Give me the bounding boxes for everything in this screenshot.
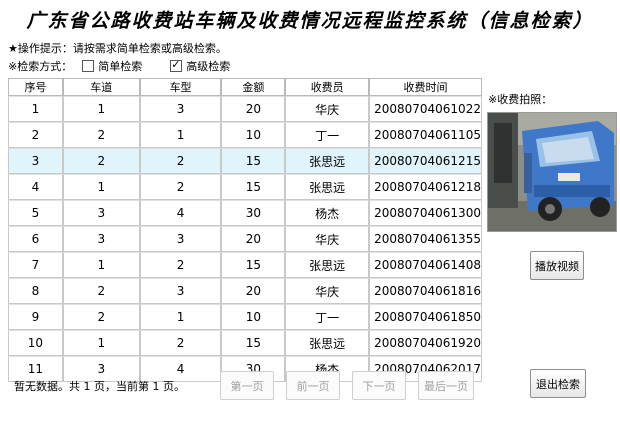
cell-index: 8 (8, 278, 63, 304)
table-row[interactable]: 7 1 2 15 张思远 20080704061408 (8, 252, 482, 278)
cell-lane: 2 (62, 122, 140, 148)
col-header-lane[interactable]: 车道 (62, 78, 140, 96)
cell-collector: 丁一 (285, 122, 370, 148)
cell-index: 2 (8, 122, 63, 148)
cell-vehicle-type: 2 (139, 252, 222, 278)
page-title: 广东省公路收费站车辆及收费情况远程监控系统（信息检索） (26, 10, 594, 32)
table-row[interactable]: 3 2 2 15 张思远 20080704061215 (8, 148, 482, 174)
cell-vehicle-type: 1 (139, 304, 222, 330)
cell-collector: 张思远 (285, 148, 370, 174)
cell-time: 20080704061105 (369, 122, 482, 148)
cell-lane: 1 (62, 330, 140, 356)
photo-label: ※收费拍照： (488, 93, 553, 106)
table-row[interactable]: 5 3 4 30 杨杰 20080704061300 (8, 200, 482, 226)
first-page-button[interactable]: 第一页 (220, 371, 274, 400)
simple-search-checkbox[interactable] (82, 60, 95, 72)
advanced-search-label: 高级检索 (186, 60, 231, 73)
advanced-search-option[interactable]: 高级检索 (170, 58, 230, 74)
next-page-button[interactable]: 下一页 (352, 371, 406, 400)
cell-lane: 2 (62, 148, 140, 174)
table-row[interactable]: 8 2 3 20 华庆 20080704061816 (8, 278, 482, 304)
cell-vehicle-type: 2 (139, 148, 222, 174)
cell-vehicle-type: 3 (139, 278, 222, 304)
cell-lane: 1 (62, 252, 140, 278)
cell-vehicle-type: 3 (139, 96, 222, 122)
simple-search-label: 简单检索 (98, 60, 143, 73)
cell-time: 20080704061816 (369, 278, 482, 304)
cell-time: 20080704061355 (369, 226, 482, 252)
cell-time: 20080704061215 (369, 148, 482, 174)
cell-lane: 1 (62, 174, 140, 200)
last-page-button[interactable]: 最后一页 (418, 371, 474, 400)
advanced-search-checkbox[interactable] (170, 60, 183, 72)
cell-collector: 华庆 (285, 278, 370, 304)
cell-amount: 10 (221, 304, 286, 330)
cell-time: 20080704061850 (369, 304, 482, 330)
cell-collector: 张思远 (285, 252, 370, 278)
cell-collector: 华庆 (285, 96, 370, 122)
cell-vehicle-type: 2 (139, 330, 222, 356)
cell-time: 20080704061408 (369, 252, 482, 278)
cell-amount: 20 (221, 96, 286, 122)
table-row[interactable]: 10 1 2 15 张思远 20080704061920 (8, 330, 482, 356)
prev-page-button[interactable]: 前一页 (286, 371, 340, 400)
cell-time: 20080704061920 (369, 330, 482, 356)
play-video-button[interactable]: 播放视频 (530, 251, 584, 280)
cell-index: 1 (8, 96, 63, 122)
cell-amount: 15 (221, 252, 286, 278)
table-row[interactable]: 6 3 3 20 华庆 20080704061355 (8, 226, 482, 252)
search-mode-label: ※检索方式： (8, 60, 73, 73)
cell-vehicle-type: 2 (139, 174, 222, 200)
cell-time: 20080704061218 (369, 174, 482, 200)
cell-vehicle-type: 1 (139, 122, 222, 148)
cell-index: 4 (8, 174, 63, 200)
cell-lane: 3 (62, 200, 140, 226)
simple-search-option[interactable]: 简单检索 (82, 58, 142, 74)
cell-index: 9 (8, 304, 63, 330)
table-row[interactable]: 1 1 3 20 华庆 20080704061022 (8, 96, 482, 122)
cell-lane: 3 (62, 226, 140, 252)
cell-amount: 20 (221, 226, 286, 252)
cell-lane: 2 (62, 278, 140, 304)
cell-collector: 杨杰 (285, 200, 370, 226)
cell-lane: 2 (62, 304, 140, 330)
cell-vehicle-type: 4 (139, 200, 222, 226)
table-row[interactable]: 2 2 1 10 丁一 20080704061105 (8, 122, 482, 148)
cell-index: 5 (8, 200, 63, 226)
table-row[interactable]: 9 2 1 10 丁一 20080704061850 (8, 304, 482, 330)
table-row[interactable]: 4 1 2 15 张思远 20080704061218 (8, 174, 482, 200)
cell-time: 20080704061300 (369, 200, 482, 226)
cell-amount: 15 (221, 174, 286, 200)
truck-photo-image (488, 113, 616, 231)
cell-amount: 15 (221, 330, 286, 356)
cell-index: 3 (8, 148, 63, 174)
search-mode-row: ※检索方式： 简单检索 高级检索 (8, 58, 230, 74)
cell-index: 10 (8, 330, 63, 356)
col-header-amount[interactable]: 金额 (221, 78, 286, 96)
table-header-row: 序号 车道 车型 金额 收费员 收费时间 (8, 78, 482, 96)
cell-amount: 30 (221, 200, 286, 226)
table-body: 1 1 3 20 华庆 20080704061022 2 2 1 10 丁一 200807040611… (8, 96, 482, 382)
cell-collector: 华庆 (285, 226, 370, 252)
cell-index: 6 (8, 226, 63, 252)
cell-time: 20080704061022 (369, 96, 482, 122)
operation-hint: ★操作提示：请按需求简单检索或高级检索。 (8, 42, 227, 55)
col-header-time[interactable]: 收费时间 (369, 78, 482, 96)
col-header-vehicle-type[interactable]: 车型 (139, 78, 222, 96)
toll-records-table: 序号 车道 车型 金额 收费员 收费时间 1 1 3 20 华庆 200807040610… (8, 78, 482, 382)
toll-photo (487, 112, 617, 232)
col-header-collector[interactable]: 收费员 (285, 78, 370, 96)
cell-amount: 20 (221, 278, 286, 304)
cell-vehicle-type: 3 (139, 226, 222, 252)
cell-index: 7 (8, 252, 63, 278)
status-text: 暂无数据。共 1 页，当前第 1 页。 (14, 380, 185, 393)
cell-amount: 15 (221, 148, 286, 174)
cell-collector: 张思远 (285, 330, 370, 356)
cell-collector: 张思远 (285, 174, 370, 200)
exit-search-button[interactable]: 退出检索 (530, 369, 586, 398)
col-header-index[interactable]: 序号 (8, 78, 63, 96)
cell-amount: 10 (221, 122, 286, 148)
cell-lane: 1 (62, 96, 140, 122)
cell-collector: 丁一 (285, 304, 370, 330)
